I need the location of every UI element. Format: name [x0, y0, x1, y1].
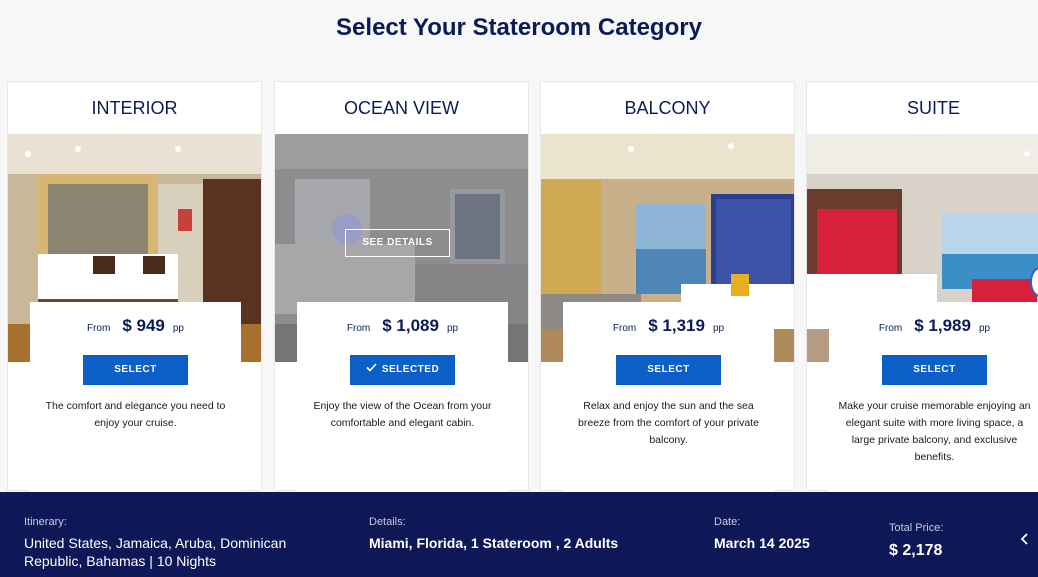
card-description: Make your cruise memorable enjoying an e… [838, 400, 1031, 463]
price-from-label: From [86, 323, 111, 334]
details-value: Miami, Florida, 1 Stateroom , 2 Adults [369, 535, 619, 551]
card-title: BALCONY [624, 98, 711, 118]
itinerary-value: United States, Jamaica, Aruba, Dominican… [24, 535, 287, 569]
selected-label: SELECTED [381, 364, 440, 375]
card-description: Enjoy the view of the Ocean from your co… [313, 400, 492, 429]
date-summary: Date: March 14 2025 [714, 516, 810, 552]
price-per-person: pp [978, 323, 991, 334]
itinerary-label: Itinerary: [24, 516, 67, 528]
stateroom-carousel: INTERIOR From $ 949 pp SELECT The comfor… [0, 81, 1038, 492]
card-description: The comfort and elegance you need to enj… [45, 400, 226, 429]
details-label: Details: [369, 516, 406, 528]
see-details-button[interactable]: SEE DETAILS [345, 229, 450, 257]
price-box: From $ 1,989 pp SELECT Make your cruise … [829, 302, 1038, 492]
date-value: March 14 2025 [714, 535, 810, 551]
total-price-value: $ 2,178 [889, 542, 943, 559]
stateroom-card-suite[interactable]: SUITE From $ 1,989 pp SELECT Make your c… [806, 81, 1038, 492]
price-from-label: From [878, 323, 903, 334]
price-amount: $ 1,319 [648, 316, 705, 335]
select-button-balcony[interactable]: SELECT [616, 355, 721, 385]
chevron-left-icon[interactable] [1016, 532, 1034, 550]
price-amount: $ 1,989 [914, 316, 971, 335]
booking-summary-bar: Itinerary: United States, Jamaica, Aruba… [0, 492, 1038, 577]
select-button-interior[interactable]: SELECT [83, 355, 188, 385]
check-icon [366, 355, 377, 385]
card-title: SUITE [906, 98, 960, 118]
card-title: INTERIOR [91, 98, 178, 118]
card-description: Relax and enjoy the sun and the sea bree… [578, 400, 759, 446]
price-amount: $ 1,089 [382, 316, 439, 335]
itinerary-summary: Itinerary: United States, Jamaica, Aruba… [24, 516, 344, 570]
card-title: OCEAN VIEW [343, 98, 459, 118]
price-row: From $ 1,089 pp [297, 316, 508, 335]
total-price-label: Total Price: [889, 522, 944, 534]
price-per-person: pp [172, 323, 184, 334]
date-label: Date: [714, 516, 741, 528]
price-row: From $ 949 pp [30, 316, 241, 335]
page-title: Select Your Stateroom Category [336, 14, 702, 41]
price-per-person: pp [446, 323, 459, 334]
total-price-summary: Total Price: $ 2,178 [889, 522, 943, 560]
price-box: From $ 949 pp SELECT The comfort and ele… [30, 302, 241, 492]
selected-button-ocean-view[interactable]: SELECTED [350, 355, 455, 385]
price-from-label: From [612, 323, 637, 334]
price-amount: $ 949 [122, 316, 165, 335]
stateroom-card-ocean-view[interactable]: OCEAN VIEW SEE DETAILS From $ 1,089 pp S… [274, 81, 529, 492]
stateroom-card-balcony[interactable]: BALCONY From $ 1,319 pp SELECT Relax and… [540, 81, 795, 492]
price-row: From $ 1,989 pp [829, 316, 1038, 335]
price-box: From $ 1,089 pp SELECTED Enjoy the view … [297, 302, 508, 492]
details-summary: Details: Miami, Florida, 1 Stateroom , 2… [369, 516, 618, 552]
price-row: From $ 1,319 pp [563, 316, 774, 335]
price-from-label: From [346, 323, 371, 334]
price-per-person: pp [712, 323, 725, 334]
select-button-suite[interactable]: SELECT [882, 355, 987, 385]
stateroom-card-interior[interactable]: INTERIOR From $ 949 pp SELECT The comfor… [7, 81, 262, 492]
price-box: From $ 1,319 pp SELECT Relax and enjoy t… [563, 302, 774, 492]
